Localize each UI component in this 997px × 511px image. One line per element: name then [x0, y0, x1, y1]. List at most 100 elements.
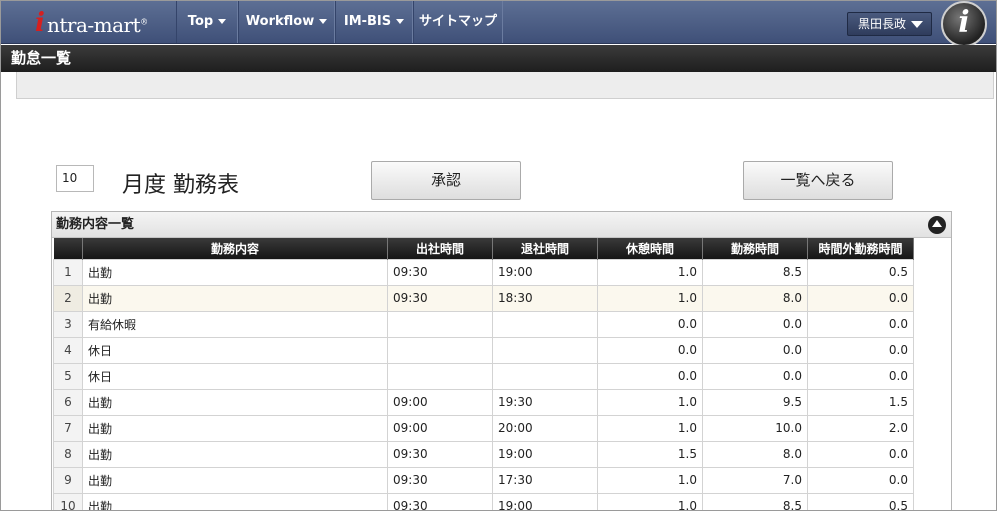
cell-work: 8.0 [702, 284, 808, 312]
column-header-work[interactable]: 勤務時間 [702, 238, 808, 259]
row-number: 8 [53, 440, 83, 468]
cell-out: 19:30 [492, 388, 598, 416]
column-header-out[interactable]: 退社時間 [492, 238, 598, 259]
nav-item-label: Top [187, 14, 214, 29]
nav-item-label: Workflow [245, 14, 315, 29]
cell-break: 1.0 [597, 258, 703, 286]
panel-header: 勤務内容一覧 [52, 212, 951, 238]
cell-overtime: 0.0 [807, 440, 914, 468]
table-header-row: 勤務内容 出社時間 退社時間 休憩時間 勤務時間 時間外勤務時間 [53, 238, 914, 259]
back-to-list-button[interactable]: 一覧へ戻る [743, 161, 893, 200]
cell-out: 17:30 [492, 466, 598, 494]
column-header-overtime[interactable]: 時間外勤務時間 [807, 238, 914, 259]
cell-in: 09:30 [387, 258, 493, 286]
info-icon[interactable]: i [941, 1, 987, 47]
table-row[interactable]: 5 休日 0.0 0.0 0.0 [53, 362, 914, 390]
cell-break: 1.0 [597, 414, 703, 442]
cell-work: 0.0 [702, 310, 808, 338]
column-header-content[interactable]: 勤務内容 [82, 238, 388, 259]
nav-item-label: サイトマップ [418, 14, 497, 29]
cell-in: 09:30 [387, 466, 493, 494]
cell-out: 19:00 [492, 258, 598, 286]
collapse-icon[interactable] [928, 216, 946, 234]
user-menu-dropdown[interactable]: 黒田長政 [847, 12, 932, 36]
cell-out [492, 310, 598, 338]
top-navigation-bar: i ntra-mart® Top Workflow IM-BIS サイトマップ … [1, 1, 996, 47]
cell-work: 10.0 [702, 414, 808, 442]
cell-overtime: 0.0 [807, 310, 914, 338]
row-number: 7 [53, 414, 83, 442]
cell-overtime: 0.5 [807, 492, 914, 510]
cell-overtime: 0.0 [807, 336, 914, 364]
cell-out: 19:00 [492, 440, 598, 468]
nav-item-sitemap[interactable]: サイトマップ [413, 1, 503, 43]
cell-work: 0.0 [702, 336, 808, 364]
table-row[interactable]: 7 出勤 09:00 20:00 1.0 10.0 2.0 [53, 414, 914, 442]
cell-work: 0.0 [702, 362, 808, 390]
cell-in [387, 336, 493, 364]
row-number: 4 [53, 336, 83, 364]
column-header-in[interactable]: 出社時間 [387, 238, 493, 259]
cell-overtime: 2.0 [807, 414, 914, 442]
cell-work: 8.5 [702, 258, 808, 286]
cell-in: 09:00 [387, 414, 493, 442]
cell-out: 18:30 [492, 284, 598, 312]
table-row[interactable]: 4 休日 0.0 0.0 0.0 [53, 336, 914, 364]
table-row[interactable]: 3 有給休暇 0.0 0.0 0.0 [53, 310, 914, 338]
cell-content: 出勤 [82, 492, 388, 510]
table-row[interactable]: 8 出勤 09:30 19:00 1.5 8.0 0.0 [53, 440, 914, 468]
cell-break: 1.0 [597, 466, 703, 494]
page-title-bar: 勤怠一覧 [1, 45, 996, 72]
cell-in [387, 310, 493, 338]
cell-overtime: 0.0 [807, 284, 914, 312]
table-row[interactable]: 10 出勤 09:30 19:00 1.0 8.5 0.5 [53, 492, 914, 510]
cell-content: 出勤 [82, 414, 388, 442]
cell-overtime: 0.0 [807, 362, 914, 390]
page-title: 勤怠一覧 [11, 49, 72, 67]
cell-overtime: 1.5 [807, 388, 914, 416]
logo-text: ntra-mart® [47, 13, 148, 37]
cell-content: 出勤 [82, 466, 388, 494]
table-row[interactable]: 2 出勤 09:30 18:30 1.0 8.0 0.0 [53, 284, 914, 312]
cell-break: 0.0 [597, 310, 703, 338]
user-name: 黒田長政 [858, 17, 907, 31]
column-header-break[interactable]: 休憩時間 [597, 238, 703, 259]
cell-work: 7.0 [702, 466, 808, 494]
cell-content: 休日 [82, 362, 388, 390]
table-row[interactable]: 9 出勤 09:30 17:30 1.0 7.0 0.0 [53, 466, 914, 494]
row-number: 2 [53, 284, 83, 312]
nav-item-im-bis[interactable]: IM-BIS [335, 1, 413, 43]
column-header-index[interactable] [53, 238, 83, 259]
cell-out: 20:00 [492, 414, 598, 442]
month-input[interactable]: 10 [56, 165, 94, 192]
cell-in [387, 362, 493, 390]
cell-work: 8.0 [702, 440, 808, 468]
caret-down-icon [319, 19, 328, 24]
table-row[interactable]: 6 出勤 09:00 19:30 1.0 9.5 1.5 [53, 388, 914, 416]
row-number: 6 [53, 388, 83, 416]
cell-content: 出勤 [82, 388, 388, 416]
app-window: i ntra-mart® Top Workflow IM-BIS サイトマップ … [0, 0, 997, 511]
work-table: 勤務内容 出社時間 退社時間 休憩時間 勤務時間 時間外勤務時間 1 出勤 09… [53, 238, 914, 510]
cell-in: 09:00 [387, 388, 493, 416]
cell-content: 出勤 [82, 284, 388, 312]
cell-out: 19:00 [492, 492, 598, 510]
cell-work: 9.5 [702, 388, 808, 416]
cell-overtime: 0.5 [807, 258, 914, 286]
cell-content: 有給休暇 [82, 310, 388, 338]
nav-item-top[interactable]: Top [176, 1, 238, 43]
cell-overtime: 0.0 [807, 466, 914, 494]
nav-item-workflow[interactable]: Workflow [238, 1, 335, 43]
cell-in: 09:30 [387, 492, 493, 510]
work-detail-panel: 勤務内容一覧 勤務内容 出社時間 退社時間 休憩時間 勤務時間 時間外勤務時間 [51, 211, 952, 510]
caret-down-icon [396, 19, 405, 24]
approve-button[interactable]: 承認 [371, 161, 521, 200]
row-number: 5 [53, 362, 83, 390]
row-number: 3 [53, 310, 83, 338]
cell-break: 0.0 [597, 336, 703, 364]
cell-in: 09:30 [387, 440, 493, 468]
table-row[interactable]: 1 出勤 09:30 19:00 1.0 8.5 0.5 [53, 258, 914, 286]
cell-out [492, 336, 598, 364]
cell-in: 09:30 [387, 284, 493, 312]
cell-break: 0.0 [597, 362, 703, 390]
